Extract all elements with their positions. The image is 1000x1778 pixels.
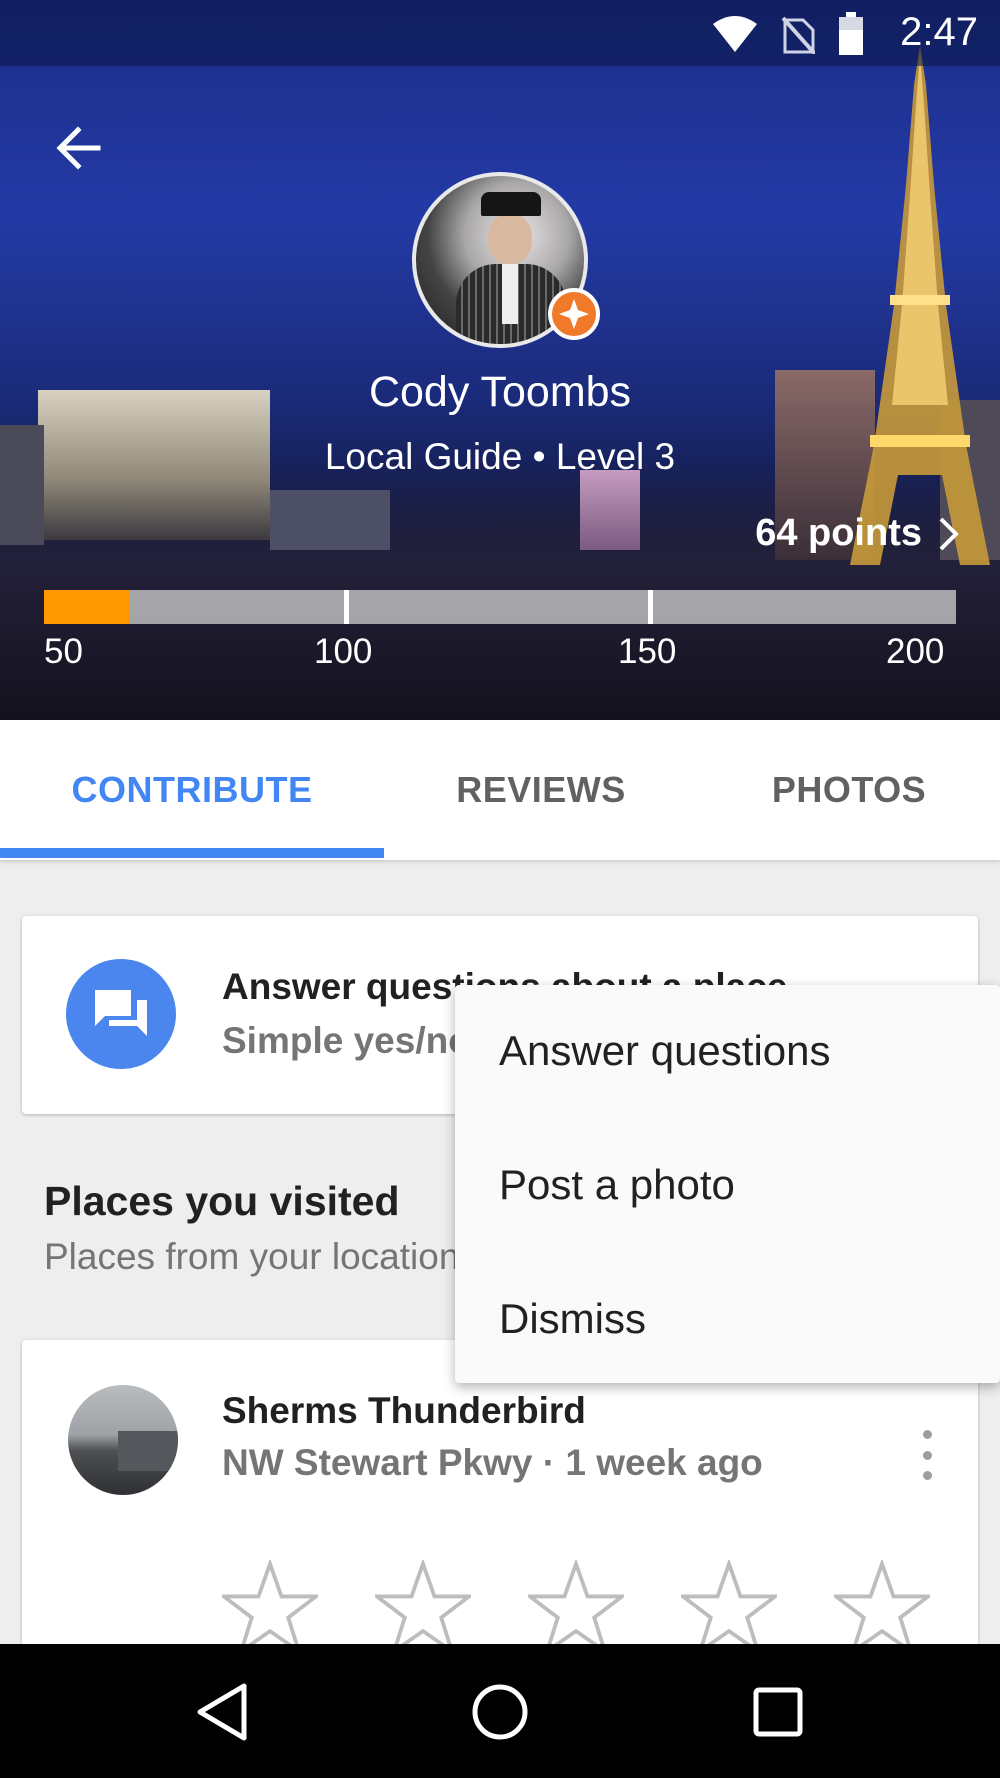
rating-stars (222, 1560, 930, 1656)
menu-item-post-photo[interactable]: Post a photo (499, 1161, 735, 1209)
status-time: 2:47 (900, 10, 978, 54)
recents-square-icon (753, 1687, 803, 1737)
nav-back-button[interactable] (182, 1672, 262, 1752)
points-link[interactable]: 64 points (755, 512, 960, 555)
tab-indicator (0, 848, 384, 858)
tick-label-200: 200 (886, 632, 945, 671)
place-thumbnail (68, 1385, 178, 1495)
nav-recents-button[interactable] (738, 1672, 818, 1752)
home-circle-icon (472, 1684, 528, 1740)
chevron-right-icon (939, 517, 959, 550)
back-triangle-icon (197, 1683, 247, 1741)
tick-label-50: 50 (44, 632, 83, 671)
qa-card-subtitle: Simple yes/no (222, 1020, 471, 1061)
local-guide-badge (548, 288, 600, 340)
star-3-icon[interactable] (528, 1560, 624, 1656)
system-nav-bar (0, 1644, 1000, 1778)
battery-icon (839, 12, 863, 55)
points-label: 64 points (755, 512, 922, 554)
progress-tick-150 (648, 590, 653, 624)
tab-reviews[interactable]: REVIEWS (384, 720, 698, 860)
star-4-icon[interactable] (681, 1560, 777, 1656)
tab-contribute[interactable]: CONTRIBUTE (0, 720, 384, 860)
places-section-title: Places you visited (44, 1178, 400, 1224)
back-button[interactable] (40, 110, 116, 186)
place-meta: NW Stewart Pkwy · 1 week ago (222, 1442, 763, 1483)
star-2-icon[interactable] (375, 1560, 471, 1656)
points-progress-bar (44, 590, 956, 624)
progress-fill (44, 590, 130, 624)
place-card[interactable]: Sherms Thunderbird NW Stewart Pkwy · 1 w… (22, 1340, 978, 1670)
eiffel-tower (850, 45, 990, 565)
star-5-icon[interactable] (834, 1560, 930, 1656)
avatar-container[interactable] (412, 172, 600, 348)
tab-bar: CONTRIBUTE REVIEWS PHOTOS (0, 720, 1000, 860)
menu-item-dismiss[interactable]: Dismiss (499, 1295, 646, 1343)
arrow-left-icon (56, 126, 101, 170)
status-bar: 2:47 (0, 0, 1000, 66)
places-section-subtitle: Places from your location (44, 1236, 460, 1277)
tab-photos[interactable]: PHOTOS (698, 720, 1000, 860)
place-name: Sherms Thunderbird (222, 1390, 586, 1431)
profile-level: Local Guide • Level 3 (324, 436, 676, 477)
building-mid (270, 490, 390, 550)
nav-home-button[interactable] (460, 1672, 540, 1752)
wifi-icon (713, 16, 757, 52)
tick-label-150: 150 (618, 632, 677, 671)
progress-tick-100 (344, 590, 349, 624)
overflow-menu: Answer questions Post a photo Dismiss (455, 985, 1000, 1383)
status-icons (711, 12, 865, 56)
more-options-icon[interactable] (912, 1430, 942, 1480)
questions-chat-icon (66, 959, 176, 1069)
building-pink (580, 470, 640, 550)
no-sim-icon (781, 16, 815, 54)
tick-label-100: 100 (314, 632, 373, 671)
menu-item-answer-questions[interactable]: Answer questions (499, 1027, 831, 1075)
star-sparkle-icon (559, 299, 589, 329)
star-1-icon[interactable] (222, 1560, 318, 1656)
profile-name: Cody Toombs (368, 368, 632, 416)
